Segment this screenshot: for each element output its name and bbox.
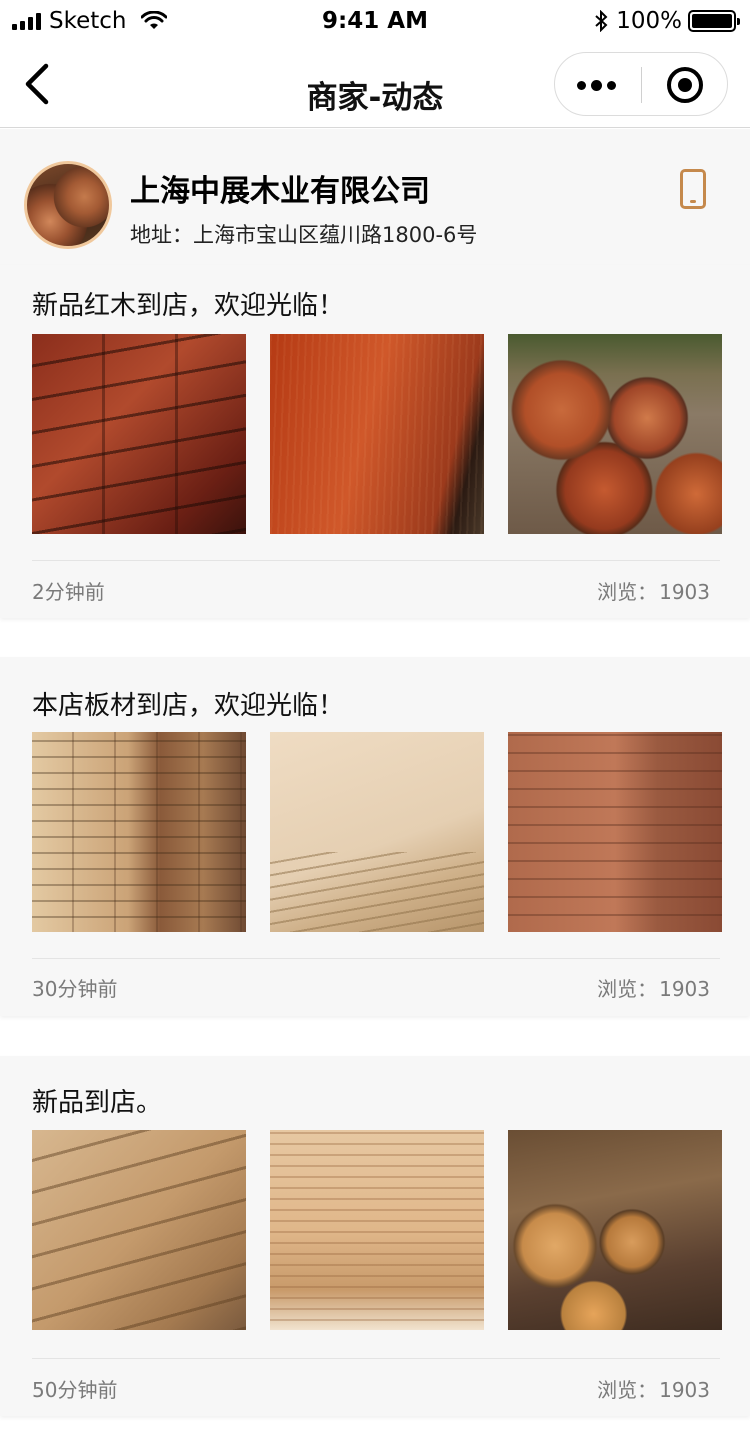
post-image[interactable] — [508, 1130, 722, 1330]
post-time: 30分钟前 — [32, 977, 118, 1001]
post-views: 浏览： 1903 — [595, 1374, 710, 1403]
shop-header: 上海中展木业有限公司 地址：上海市宝山区蕴川路1800-6号 — [0, 129, 750, 265]
more-icon[interactable] — [577, 80, 616, 91]
post-time: 50分钟前 — [32, 1378, 118, 1402]
post-divider — [32, 958, 720, 959]
mini-program-capsule — [554, 52, 728, 116]
shop-address: 地址：上海市宝山区蕴川路1800-6号 — [130, 223, 478, 247]
post-images — [32, 732, 722, 932]
post-image[interactable] — [32, 1130, 246, 1330]
post-images — [32, 334, 722, 534]
post-image[interactable] — [32, 732, 246, 932]
post-image[interactable] — [32, 334, 246, 534]
post-views: 浏览： 1903 — [595, 576, 710, 605]
battery-percent: 100% — [616, 8, 682, 34]
views-label: 浏览： — [597, 977, 658, 1001]
post-text: 本店板材到店，欢迎光临！ — [32, 691, 345, 721]
battery-icon — [688, 10, 740, 32]
status-right: 100% — [594, 8, 740, 34]
post-card: 本店板材到店，欢迎光临！ 30分钟前 浏览： 1903 — [0, 657, 750, 1016]
post-text: 新品到店。 — [32, 1088, 163, 1118]
post-views: 浏览： 1903 — [595, 973, 710, 1002]
views-count: 1903 — [659, 977, 710, 1001]
post-time: 2分钟前 — [32, 580, 105, 604]
post-image[interactable] — [270, 732, 484, 932]
views-label: 浏览： — [597, 1378, 658, 1402]
status-bar: Sketch 9:41 AM 100% — [0, 0, 750, 40]
post-image[interactable] — [508, 334, 722, 534]
views-count: 1903 — [659, 1378, 710, 1402]
close-target-icon[interactable] — [667, 67, 703, 103]
bluetooth-icon — [595, 10, 608, 32]
post-divider — [32, 1358, 720, 1359]
nav-bar: 商家-动态 — [0, 40, 750, 128]
shop-avatar — [24, 161, 112, 249]
post-card: 新品到店。 50分钟前 浏览： 1903 — [0, 1056, 750, 1416]
views-count: 1903 — [659, 580, 710, 604]
post-text: 新品红木到店，欢迎光临！ — [32, 291, 345, 321]
post-image[interactable] — [270, 334, 484, 534]
post-image[interactable] — [508, 732, 722, 932]
post-card: 新品红木到店，欢迎光临！ 2分钟前 浏览： 1903 — [0, 265, 750, 618]
post-divider — [32, 560, 720, 561]
views-label: 浏览： — [597, 580, 658, 604]
post-images — [32, 1130, 722, 1330]
capsule-divider — [641, 67, 642, 103]
phone-icon[interactable] — [680, 169, 706, 209]
post-image[interactable] — [270, 1130, 484, 1330]
shop-name: 上海中展木业有限公司 — [130, 174, 430, 209]
